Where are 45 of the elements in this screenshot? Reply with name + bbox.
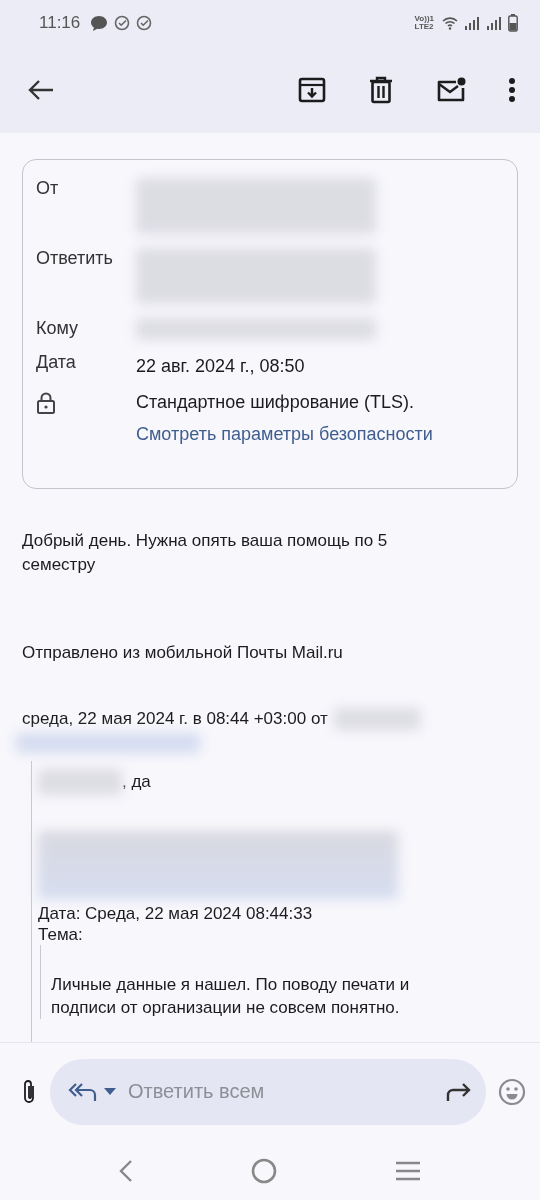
greeting-text: , да: [122, 771, 151, 793]
caret-icon: [104, 1087, 116, 1096]
lock-icon: [36, 392, 56, 414]
attribution-text: среда, 22 мая 2024 г. в 08:44 +03:00 от: [22, 708, 328, 730]
recent-apps-button[interactable]: [395, 1161, 421, 1181]
quoted-line: Тема:: [38, 924, 84, 945]
chat-bubble-icon: [90, 14, 109, 32]
more-vertical-icon: [508, 76, 516, 103]
forward-arrow-icon: [446, 1081, 472, 1102]
reply-bar[interactable]: Ответить всем: [50, 1058, 486, 1125]
reply-all-icon: [68, 1080, 98, 1103]
volte-label: Vo))1: [414, 15, 434, 23]
chevron-left-icon: [119, 1159, 133, 1183]
quoted-line: Дата: Среда, 22 мая 2024 08:44:33: [38, 903, 314, 924]
message-text: Личные данные я нашел. По поводу печати и подписи от организации не совсем понятно.: [51, 974, 411, 1019]
reply-field[interactable]: Ответить всем: [126, 1079, 436, 1104]
status-time: 11:16: [39, 13, 81, 33]
signal-icon: [464, 16, 480, 30]
back-arrow-icon: [28, 78, 54, 101]
check-circle-icon: [136, 15, 153, 31]
forward-button[interactable]: [446, 1081, 472, 1102]
three-lines-icon: [395, 1161, 421, 1181]
smiley-icon: [498, 1077, 526, 1106]
signal-icon: [486, 16, 502, 30]
field-label: Ответить: [36, 247, 114, 270]
nav-back-button[interactable]: [119, 1159, 133, 1183]
field-label: Кому: [36, 317, 80, 340]
encryption-text: Стандартное шифрование (TLS).: [136, 391, 416, 414]
battery-icon: [508, 14, 518, 32]
archive-icon: [298, 75, 326, 104]
message-text: Отправлено из мобильной Почты Mail.ru: [22, 642, 344, 664]
field-label: От: [36, 177, 60, 200]
mail-dot-icon: [436, 76, 466, 103]
security-link[interactable]: Смотреть параметры безопасности: [136, 420, 433, 448]
circle-icon: [251, 1158, 277, 1184]
home-button[interactable]: [251, 1158, 277, 1184]
message-text: Добрый день. Нужна опять ваша помощь по 5 семестру: [22, 530, 389, 576]
check-circle-icon: [114, 15, 131, 31]
volte-label: LTE2: [414, 23, 434, 31]
reply-all-dropdown[interactable]: [68, 1080, 116, 1103]
trash-icon: [368, 75, 394, 104]
wifi-icon: [442, 16, 458, 30]
field-value: 22 авг. 2024 г., 08:50: [136, 355, 305, 378]
field-label: Дата: [36, 351, 77, 374]
emoji-button[interactable]: [498, 1077, 526, 1106]
